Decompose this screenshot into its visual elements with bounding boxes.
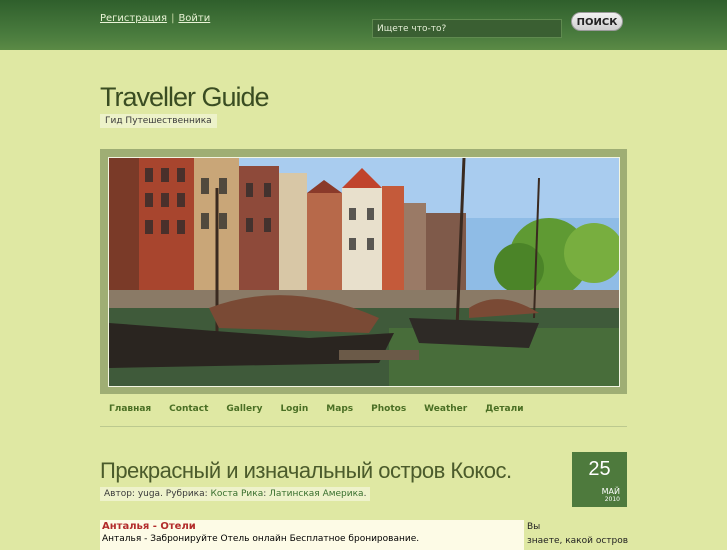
post-author-prefix: Автор: yuga. Рубрика:: [104, 489, 208, 499]
register-link[interactable]: Регистрация: [100, 13, 167, 24]
main-navigation: Главная Contact Gallery Login Maps Photo…: [100, 404, 532, 414]
top-bar: Регистрация | Войти Ищете что-то? ПОИСК: [0, 0, 727, 50]
post-date-day: 25: [588, 458, 611, 480]
site-title[interactable]: Traveller Guide: [100, 82, 270, 113]
ad-text: Анталья - Забронируйте Отель онлайн Бесп…: [102, 534, 420, 544]
post-title[interactable]: Прекрасный и изначальный остров Кокос.: [100, 458, 512, 484]
ad-title[interactable]: Анталья - Отели: [102, 520, 524, 533]
post-date-month: МАЙ: [601, 487, 620, 496]
nav-item-weather[interactable]: Weather: [424, 404, 467, 414]
nav-item-login[interactable]: Login: [280, 404, 308, 414]
sidebar-teaser: Вы знаете, какой остров: [527, 520, 628, 548]
nav-item-contact[interactable]: Contact: [169, 404, 208, 414]
login-link[interactable]: Войти: [178, 13, 210, 24]
sidebar-teaser-line1: Вы: [527, 522, 541, 532]
link-separator: |: [171, 13, 175, 24]
nav-item-maps[interactable]: Maps: [326, 404, 353, 414]
meta-period: .: [363, 489, 367, 499]
category-link-latin-america[interactable]: Латинская Америка: [269, 489, 363, 499]
hero-illustration: [109, 158, 619, 386]
nav-item-home[interactable]: Главная: [109, 404, 151, 414]
search-input[interactable]: Ищете что-то?: [372, 19, 562, 38]
ad-block[interactable]: Анталья - Отели Анталья - Забронируйте О…: [100, 520, 524, 550]
hero-image-canal-houses: [108, 157, 620, 387]
account-links: Регистрация | Войти: [100, 13, 210, 24]
search-button[interactable]: ПОИСК: [571, 12, 623, 31]
site-tagline: Гид Путешественника: [100, 114, 217, 128]
hero-frame: [100, 149, 627, 394]
nav-divider: [100, 426, 627, 427]
category-link-costa-rica[interactable]: Коста Рика: [211, 489, 264, 499]
post-date-year: 2010: [604, 496, 620, 503]
post-meta: Автор: yuga. Рубрика: Коста Рика: Латинс…: [100, 487, 371, 501]
sidebar-teaser-line2: знаете, какой остров: [527, 536, 629, 546]
nav-item-gallery[interactable]: Gallery: [226, 404, 262, 414]
nav-item-photos[interactable]: Photos: [371, 404, 406, 414]
nav-item-details[interactable]: Детали: [485, 404, 523, 414]
post-date-box: 25 МАЙ 2010: [572, 452, 627, 507]
